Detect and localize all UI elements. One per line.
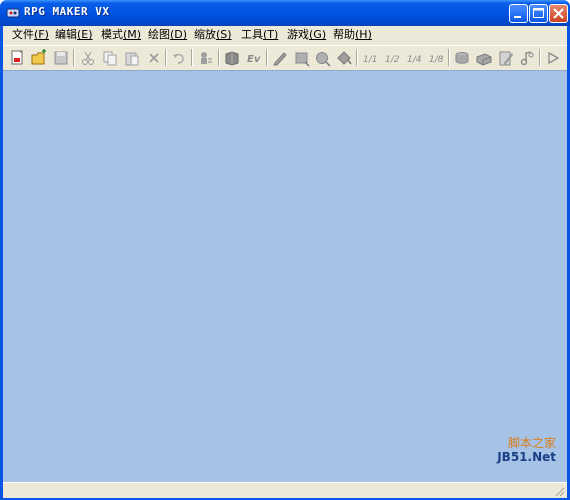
rectangle-button[interactable] — [293, 49, 311, 67]
toolbar-separator — [539, 49, 541, 66]
new-project-icon — [11, 50, 23, 65]
zoom-1-1-icon: 1/1 — [363, 55, 377, 65]
watermark: 脚本之家 JB51.Net — [497, 436, 556, 464]
maximize-icon — [533, 8, 544, 18]
map-layer-button[interactable] — [196, 49, 214, 67]
svg-text:1/4: 1/4 — [407, 55, 422, 65]
material-base-button[interactable] — [475, 49, 493, 67]
open-project-icon — [31, 49, 46, 65]
sound-test-icon — [520, 51, 534, 66]
paste-button[interactable] — [123, 49, 141, 67]
undo-icon — [173, 53, 184, 64]
svg-text:1/1: 1/1 — [363, 55, 377, 65]
rectangle-icon — [295, 52, 310, 67]
window-frame: 文件(F) 编辑(E) 模式(M) 绘图(D) 缩放(S) 工具(T) 游戏(G… — [3, 26, 567, 498]
pencil-button[interactable] — [271, 49, 289, 67]
copy-button[interactable] — [101, 49, 119, 67]
ellipse-icon — [316, 52, 331, 67]
toolbar-separator — [218, 49, 220, 66]
menu-tools[interactable]: 工具(T) — [241, 28, 278, 42]
database-button[interactable] — [453, 49, 471, 67]
ellipse-button[interactable] — [314, 49, 332, 67]
cut-button[interactable] — [79, 49, 97, 67]
database-icon — [455, 52, 469, 64]
sound-test-button[interactable] — [518, 49, 536, 67]
window-title: RPG MAKER VX — [24, 5, 110, 18]
script-editor-icon — [499, 51, 513, 66]
new-project-button[interactable] — [8, 49, 26, 67]
toolbar: Ev 1/1 1/2 1/4 1/8 — [3, 45, 567, 69]
delete-icon — [149, 53, 159, 63]
svg-text:1/8: 1/8 — [429, 55, 444, 65]
maximize-button[interactable] — [529, 4, 548, 23]
app-icon[interactable] — [6, 6, 20, 20]
close-icon — [553, 8, 564, 19]
event-layer-icon — [225, 51, 239, 66]
minimize-button[interactable] — [509, 4, 528, 23]
title-bar[interactable]: RPG MAKER VX — [0, 0, 570, 26]
toolbar-separator — [266, 49, 268, 66]
script-editor-button[interactable] — [497, 49, 515, 67]
event-mode-icon: Ev — [247, 54, 261, 65]
fill-icon — [337, 51, 352, 65]
svg-text:Ev: Ev — [247, 54, 261, 65]
workspace-area[interactable] — [3, 70, 567, 482]
menu-edit[interactable]: 编辑(E) — [55, 28, 93, 42]
undo-button[interactable] — [170, 49, 188, 67]
close-button[interactable] — [549, 4, 568, 23]
menu-mode[interactable]: 模式(M) — [101, 28, 141, 42]
map-layer-icon — [201, 52, 212, 64]
zoom-1-2-button[interactable]: 1/2 — [383, 49, 401, 67]
minimize-icon — [514, 16, 521, 18]
resize-grip-icon[interactable] — [553, 485, 565, 497]
toolbar-separator — [73, 49, 75, 66]
watermark-line2: JB51.Net — [497, 450, 556, 464]
cut-icon — [82, 51, 94, 65]
material-base-icon — [476, 53, 492, 66]
event-layer-button[interactable] — [223, 49, 241, 67]
menu-game[interactable]: 游戏(G) — [287, 28, 326, 42]
zoom-1-8-icon: 1/8 — [429, 55, 444, 65]
paste-icon — [125, 52, 139, 66]
zoom-1-8-button[interactable]: 1/8 — [427, 49, 445, 67]
fill-button[interactable] — [335, 49, 353, 67]
toolbar-separator — [165, 49, 167, 66]
menu-bar: 文件(F) 编辑(E) 模式(M) 绘图(D) 缩放(S) 工具(T) 游戏(G… — [3, 26, 567, 44]
save-project-icon — [54, 51, 68, 65]
open-project-button[interactable] — [30, 49, 48, 67]
watermark-line1: 脚本之家 — [507, 436, 556, 450]
zoom-1-4-button[interactable]: 1/4 — [405, 49, 423, 67]
save-project-button[interactable] — [52, 49, 70, 67]
svg-text:1/2: 1/2 — [385, 55, 400, 65]
toolbar-separator — [191, 49, 193, 66]
status-bar — [3, 482, 567, 498]
toolbar-separator — [448, 49, 450, 66]
playtest-icon — [548, 51, 560, 65]
menu-help[interactable]: 帮助(H) — [333, 28, 372, 42]
menu-file[interactable]: 文件(F) — [12, 28, 49, 42]
playtest-button[interactable] — [544, 49, 562, 67]
menu-scale[interactable]: 缩放(S) — [194, 28, 232, 42]
zoom-1-2-icon: 1/2 — [385, 55, 400, 65]
menu-draw[interactable]: 绘图(D) — [148, 28, 187, 42]
event-mode-button[interactable]: Ev — [245, 49, 263, 67]
delete-button[interactable] — [145, 49, 163, 67]
zoom-1-4-icon: 1/4 — [407, 55, 422, 65]
pencil-icon — [273, 52, 287, 66]
app-window: RPG MAKER VX 文件(F) 编辑(E) 模式(M) 绘图(D) 缩放(… — [0, 0, 570, 500]
zoom-1-1-button[interactable]: 1/1 — [361, 49, 379, 67]
copy-icon — [103, 51, 117, 66]
toolbar-separator — [356, 49, 358, 66]
